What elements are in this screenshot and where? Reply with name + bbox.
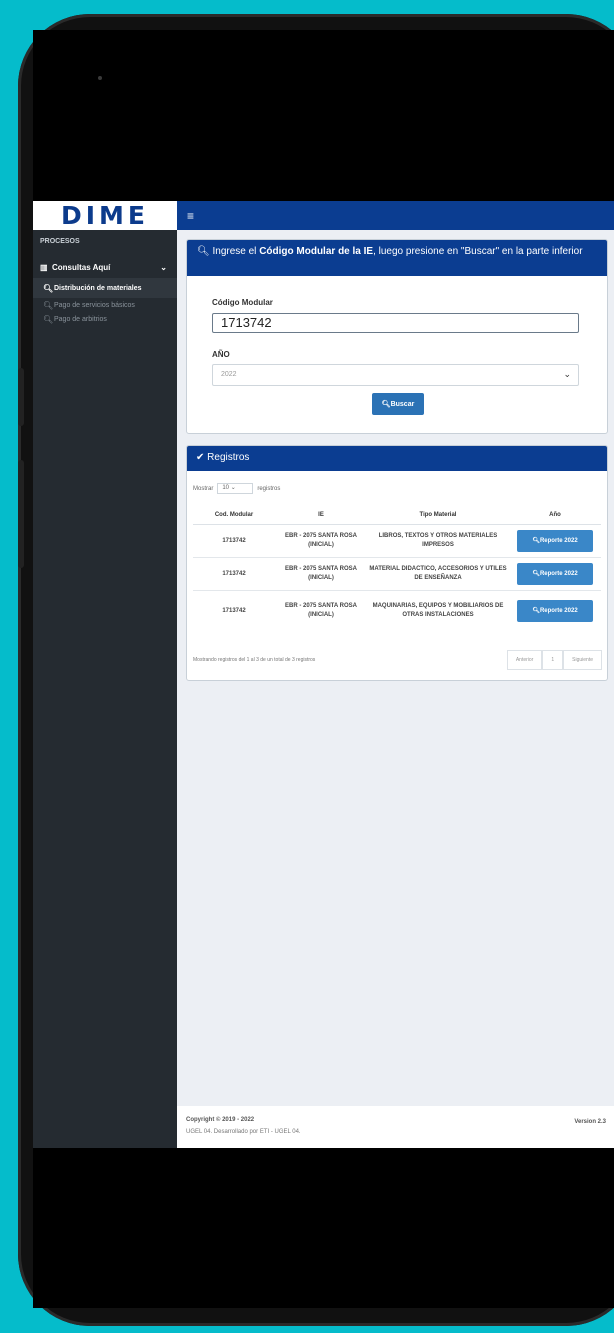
top-navbar: ≡ [177,201,614,230]
cell-tipo: MAQUINARIAS, EQUIPOS Y MOBILIARIOS DE OT… [367,590,509,631]
prev-page-button[interactable]: Anterior [506,650,543,670]
camera-icon [98,76,102,80]
cell-tipo: LIBROS, TEXTOS Y OTROS MATERIALES IMPRES… [367,524,509,558]
show-post: registros [257,485,281,492]
column-header[interactable]: IE [275,506,367,525]
search-icon: 🔍︎ [381,401,391,408]
search-icon: 🔍︎ [532,607,540,614]
reporte-label: Reporte 2022 [539,607,578,614]
cell-cod: 1713742 [193,524,275,558]
cell-ie: EBR - 2075 SANTA ROSA (INICIAL) [275,524,367,558]
records-card: ✔ Registros Mostrar 10 ⌄ registros Cod. … [186,445,608,681]
show-pre: Mostrar [193,485,214,492]
anio-select[interactable]: 2022 ⌄ [212,364,579,386]
reporte-button[interactable]: 🔍︎ Reporte 2022 [517,600,593,622]
developer-text: UGEL 04. Desarrollado por ETI - UGEL 04. [186,1129,301,1135]
sidebar-item-label: Pago de arbitrios [54,315,107,323]
sidebar-group-consultas[interactable]: ▥ Consultas Aquí ⌄ [33,256,177,278]
search-icon: 🔍︎ [532,537,540,544]
cell-anio: 🔍︎ Reporte 2022 [509,590,601,631]
table-row: 1713742 EBR - 2075 SANTA ROSA (INICIAL) … [193,557,601,591]
copyright-text: Copyright © 2019 - 2022 [186,1117,255,1123]
reporte-button[interactable]: 🔍︎ Reporte 2022 [517,530,593,552]
search-icon: 🔍︎ [532,570,540,577]
logo[interactable]: DIME [33,201,177,230]
codigo-label: Código Modular [212,298,273,307]
search-icon: 🔍︎ [43,314,54,324]
sidebar-item-servicios[interactable]: 🔍︎ Pago de servicios básicos [33,298,177,312]
reporte-label: Reporte 2022 [539,570,578,577]
show-entries-value: 10 [222,485,230,491]
version-text: Version 2.3 [574,1119,606,1125]
anio-value: 2022 [221,371,237,378]
instruction-bold: Código Modular de la IE [259,246,374,257]
search-icon: 🔍︎ [197,246,210,257]
column-header[interactable]: Cod. Modular [193,506,275,525]
page-1-button[interactable]: 1 [542,650,564,670]
logo-text: DIME [60,201,149,230]
sidebar-item-label: Distribución de materiales [54,284,142,292]
table-header-row: Cod. Modular IE Tipo Material Año [193,506,601,525]
chart-icon: ▥ [40,262,48,272]
table-row: 1713742 EBR - 2075 SANTA ROSA (INICIAL) … [193,590,601,631]
next-page-button[interactable]: Siguiente [563,650,602,670]
reporte-button[interactable]: 🔍︎ Reporte 2022 [517,563,593,585]
records-card-header: ✔ Registros [187,446,607,471]
reporte-label: Reporte 2022 [539,537,578,544]
instruction-pre: Ingrese el [212,246,260,257]
pagination: Anterior 1 Siguiente [506,650,602,670]
phone-volume-button [18,368,24,426]
column-header[interactable]: Año [509,506,601,525]
chevron-down-icon: ⌄ [160,262,167,272]
cell-cod: 1713742 [193,557,275,591]
show-entries-select[interactable]: 10 ⌄ [217,483,254,494]
sidebar-item-label: Pago de servicios básicos [54,301,135,309]
search-icon: 🔍︎ [43,300,54,310]
table-info: Mostrando registros del 1 al 3 de un tot… [193,657,316,663]
column-header[interactable]: Tipo Material [367,506,509,525]
anio-label: AÑO [212,350,230,359]
sidebar-item-arbitrios[interactable]: 🔍︎ Pago de arbitrios [33,312,177,326]
menu-toggle-icon[interactable]: ≡ [187,209,194,223]
cell-ie: EBR - 2075 SANTA ROSA (INICIAL) [275,590,367,631]
table-row: 1713742 EBR - 2075 SANTA ROSA (INICIAL) … [193,524,601,558]
chevron-down-icon: ⌄ [563,369,571,379]
search-card-header: 🔍︎ Ingrese el Código Modular de la IE, l… [187,240,607,276]
cell-anio: 🔍︎ Reporte 2022 [509,524,601,558]
sidebar: PROCESOS ▥ Consultas Aquí ⌄ 🔍︎ Distribuc… [33,230,177,1148]
sidebar-section-title: PROCESOS [40,238,80,245]
records-title: Registros [207,452,250,463]
search-icon: 🔍︎ [43,283,54,293]
codigo-modular-input[interactable]: 1713742 [212,313,579,333]
cell-cod: 1713742 [193,590,275,631]
cell-tipo: MATERIAL DIDACTICO, ACCESORIOS Y UTILES … [367,557,509,591]
check-circle-icon: ✔ [196,452,205,463]
instruction-post: , luego presione en "Buscar" en la parte… [373,246,583,257]
sidebar-item-distribucion[interactable]: 🔍︎ Distribución de materiales [33,278,177,298]
bottom-bezel [33,1148,614,1308]
search-card: 🔍︎ Ingrese el Código Modular de la IE, l… [186,239,608,434]
app-screen: DIME ≡ PROCESOS ▥ Consultas Aquí ⌄ 🔍︎ Di… [33,201,614,1148]
sidebar-group-label: Consultas Aquí [52,262,111,272]
footer: Copyright © 2019 - 2022 UGEL 04. Desarro… [177,1106,614,1148]
cell-ie: EBR - 2075 SANTA ROSA (INICIAL) [275,557,367,591]
buscar-label: Buscar [390,400,415,408]
show-entries: Mostrar 10 ⌄ registros [193,483,280,494]
buscar-button[interactable]: 🔍︎ Buscar [372,393,424,415]
records-table: Cod. Modular IE Tipo Material Año 171374… [193,506,601,631]
cell-anio: 🔍︎ Reporte 2022 [509,557,601,591]
phone-side-button [18,460,24,568]
status-area [33,30,614,201]
